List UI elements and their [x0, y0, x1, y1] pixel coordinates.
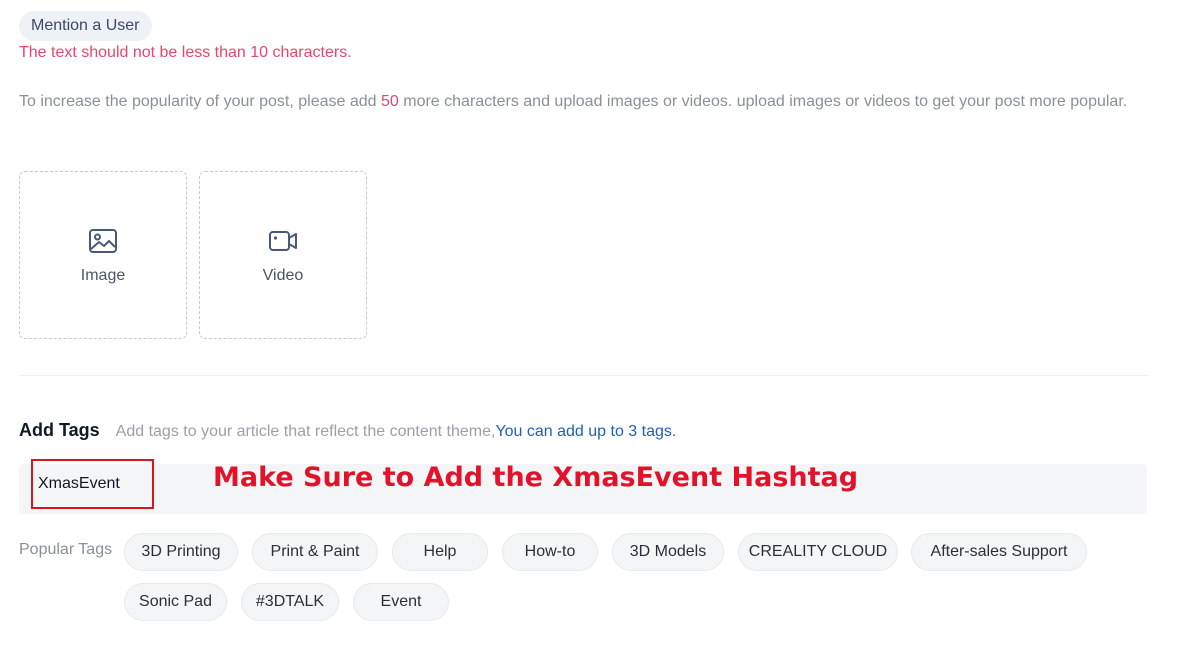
- popular-tag-chip[interactable]: 3D Models: [612, 533, 724, 571]
- upload-image-button[interactable]: Image: [19, 171, 187, 339]
- popular-tag-chip[interactable]: Sonic Pad: [124, 583, 227, 621]
- post-editor-page: Mention a User The text should not be le…: [0, 0, 1188, 650]
- upload-image-label: Image: [80, 267, 126, 284]
- popular-tag-chip[interactable]: After-sales Support: [911, 533, 1087, 571]
- popular-tag-chip[interactable]: Event: [353, 583, 449, 621]
- hint-prefix: To increase the popularity of your post,…: [19, 93, 381, 110]
- hint-character-count: 50: [381, 93, 399, 110]
- upload-video-button[interactable]: Video: [199, 171, 367, 339]
- add-tags-description: Add tags to your article that reflect th…: [115, 423, 496, 440]
- upload-video-label: Video: [262, 267, 304, 284]
- popular-tag-chip[interactable]: 3D Printing: [124, 533, 238, 571]
- hint-suffix: more characters and upload images or vid…: [398, 93, 1128, 110]
- popular-tag-chip[interactable]: How-to: [502, 533, 598, 571]
- popular-tags-label: Popular Tags: [19, 541, 113, 558]
- tag-limit-note: You can add up to 3 tags.: [495, 423, 677, 440]
- popular-tag-chip[interactable]: #3DTALK: [241, 583, 339, 621]
- popularity-hint: To increase the popularity of your post,…: [19, 84, 1149, 119]
- video-camera-icon: [269, 231, 297, 251]
- popular-tag-chip[interactable]: CREALITY CLOUD: [738, 533, 898, 571]
- image-icon: [89, 229, 117, 253]
- add-tags-header: Add Tags Add tags to your article that r…: [19, 420, 676, 444]
- popular-tag-chip[interactable]: Print & Paint: [252, 533, 378, 571]
- section-divider: [19, 375, 1149, 376]
- mention-user-button[interactable]: Mention a User: [19, 11, 152, 41]
- tag-entry-xmasevent[interactable]: XmasEvent: [31, 459, 154, 509]
- popular-tag-chip[interactable]: Help: [392, 533, 488, 571]
- validation-error: The text should not be less than 10 char…: [19, 44, 352, 61]
- instruction-annotation: Make Sure to Add the XmasEvent Hashtag: [213, 462, 859, 493]
- add-tags-title: Add Tags: [19, 420, 100, 440]
